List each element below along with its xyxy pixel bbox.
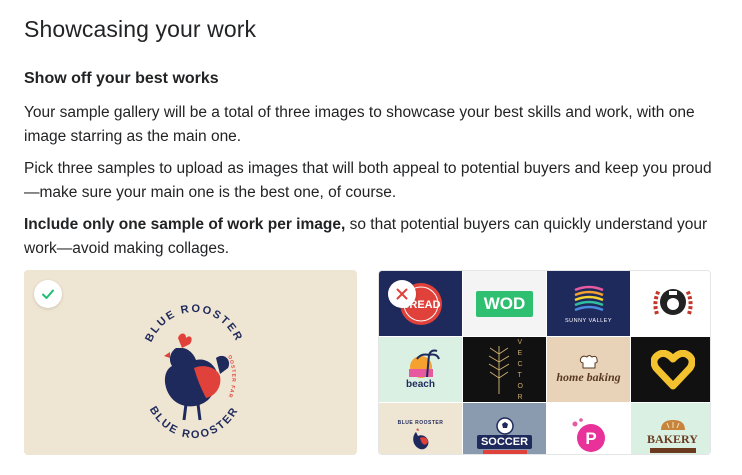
p-logo-icon: P	[572, 417, 605, 452]
x-badge	[388, 280, 416, 308]
leaf-icon	[488, 346, 509, 394]
tile-beach: beach	[379, 337, 462, 402]
blue-rooster-logo: BLUE ROOSTER BLUE ROOSTER ROOSTER FARM	[124, 286, 245, 441]
showcase-section: Showcasing your work Show off your best …	[0, 0, 742, 475]
svg-text:BLUE ROOSTER: BLUE ROOSTER	[143, 303, 245, 344]
mini-rooster-icon	[412, 427, 428, 449]
bread-loaf-icon	[660, 420, 685, 430]
tile-heart	[631, 337, 710, 402]
beach-logo	[408, 349, 440, 378]
soccer-ball-icon	[495, 416, 514, 435]
good-example-image: BLUE ROOSTER BLUE ROOSTER ROOSTER FARM	[24, 270, 357, 455]
check-badge	[34, 280, 62, 308]
fitness-logo	[652, 288, 693, 315]
heart-icon	[650, 349, 695, 389]
logo-top-text: BLUE ROOSTER	[143, 303, 243, 344]
svg-text:BLUE ROOSTER: BLUE ROOSTER	[147, 404, 241, 441]
tile-sunny-valley: SUNNY VALLEY	[547, 271, 630, 336]
bakery-ribbon	[649, 448, 696, 453]
bad-example-collage: BREAD WOD SUNNY VALLEY beach V E C T O R…	[378, 270, 711, 455]
chef-hat-icon	[579, 355, 598, 369]
close-x-icon	[396, 288, 408, 300]
logo-bottom-text: BLUE ROOSTER	[147, 404, 239, 441]
paragraph-one-sample-bold: Include only one sample of work per imag…	[24, 216, 346, 233]
check-icon	[42, 289, 54, 299]
tile-p-logo: P	[547, 403, 630, 454]
tile-blue-rooster-mini: BLUE ROOSTER	[379, 403, 462, 454]
section-title: Showcasing your work	[24, 16, 257, 42]
section-subtitle: Show off your best works	[24, 70, 219, 87]
tile-bakery: BAKERY	[631, 403, 710, 454]
svg-text:P: P	[585, 429, 596, 448]
tile-fitness	[631, 271, 710, 336]
sunny-valley-logo	[574, 285, 603, 311]
tile-soccer: SOCCER	[463, 403, 546, 454]
tile-vector: V E C T O R	[463, 337, 546, 402]
soccer-ribbon	[482, 449, 527, 454]
collage-grid: BREAD WOD SUNNY VALLEY beach V E C T O R…	[379, 271, 710, 454]
tile-wod: WOD	[463, 271, 546, 336]
tile-home-baking: home baking	[547, 337, 630, 402]
paragraph-gallery: Your sample gallery will be a total of t…	[24, 104, 695, 145]
paragraph-pick-samples: Pick three samples to upload as images t…	[24, 160, 712, 201]
paragraph-one-sample: Include only one sample of work per imag…	[24, 213, 714, 261]
